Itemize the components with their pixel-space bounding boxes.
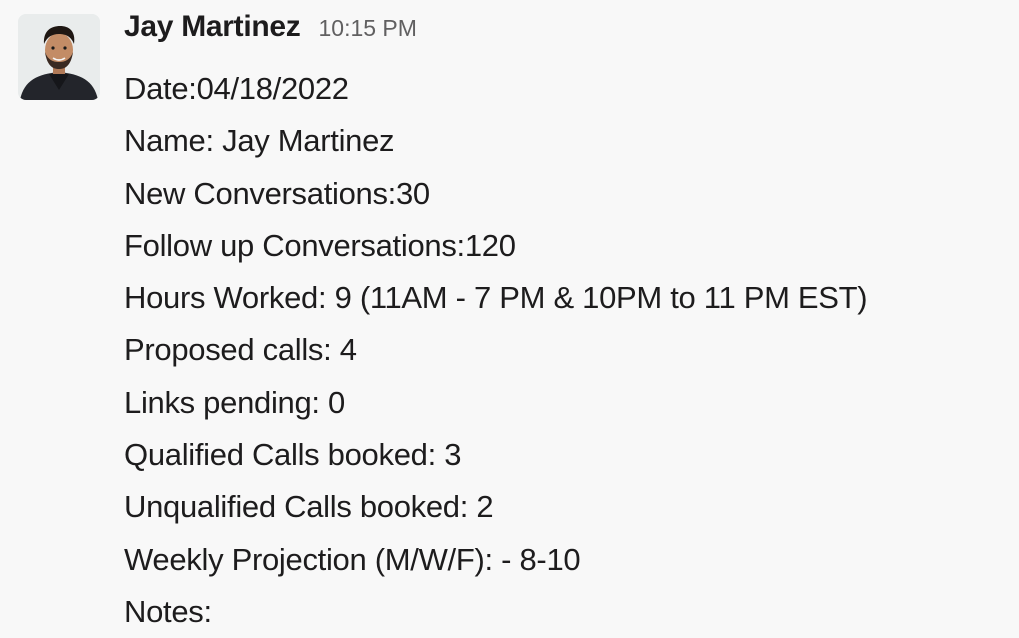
message-content: Jay Martinez 10:15 PM Date:04/18/2022 Na… <box>124 10 1019 638</box>
message-line: Unqualified Calls booked: 2 <box>124 489 494 525</box>
author-name[interactable]: Jay Martinez <box>124 10 301 44</box>
message-line: Proposed calls: 4 <box>124 332 357 368</box>
message-line: Links pending: 0 <box>124 384 345 420</box>
message-body: Date:04/18/2022 Name: Jay Martinez New C… <box>124 63 1019 638</box>
message-header: Jay Martinez 10:15 PM <box>124 10 1019 58</box>
message-line: New Conversations:30 <box>124 175 430 211</box>
avatar[interactable] <box>18 14 100 100</box>
message-line: Name: Jay Martinez <box>124 123 395 159</box>
message-timestamp[interactable]: 10:15 PM <box>318 15 416 42</box>
message-line: Weekly Projection (M/W/F): - 8-10 <box>124 541 581 577</box>
user-photo-icon <box>18 14 100 100</box>
message-line: Date:04/18/2022 <box>124 71 349 106</box>
message-line: Qualified Calls booked: 3 <box>124 437 462 473</box>
message-line: Hours Worked: 9 (11AM - 7 PM & 10PM to 1… <box>124 280 868 316</box>
message-line: Notes: <box>124 593 212 629</box>
message-line: Follow up Conversations:120 <box>124 227 516 263</box>
message: Jay Martinez 10:15 PM Date:04/18/2022 Na… <box>0 0 1019 633</box>
